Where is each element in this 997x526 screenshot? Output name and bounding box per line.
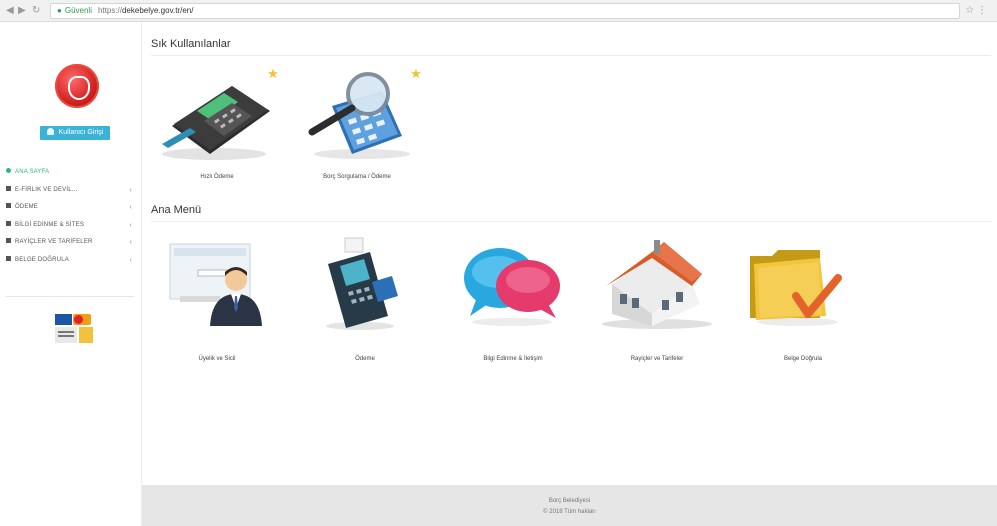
house-icon [602, 240, 712, 329]
favorite-label: Hızlı Ödeme [200, 174, 234, 180]
menu-item-verify[interactable]: Belge Doğrula [738, 234, 868, 374]
sidebar-item-registration[interactable]: E-FİRLIK VE DEVİL... ‹ [6, 182, 138, 200]
favorite-star-icon[interactable]: ★ [410, 67, 422, 80]
favorite-star-icon[interactable]: ★ [267, 67, 279, 80]
footer-line1: Borç Belediyesi [548, 498, 591, 504]
main-menu-title: Ana Menü [151, 204, 202, 216]
login-button[interactable]: Kullanıcı Girişi [40, 126, 110, 140]
document-icon [6, 255, 11, 261]
sidebar-item-payment[interactable]: ÖDEME ‹ [6, 199, 138, 217]
registration-person-icon [169, 243, 262, 326]
url-scheme: https:// [97, 6, 122, 15]
sidebar-item-label: BELGE DOĞRULA [15, 256, 69, 263]
favorites-title: Sık Kullanılanlar [151, 38, 231, 50]
main-menu-divider [151, 221, 991, 222]
chevron-left-icon: ‹ [129, 204, 132, 211]
folder-check-icon [750, 250, 842, 326]
favorite-label: Borç Sorgulama / Ödeme [323, 174, 391, 180]
back-icon[interactable]: ◀ [6, 5, 14, 17]
browser-bar: ◀ ▶ ↻ ● Güvenli https://dekebelye.gov.tr/e… [0, 0, 997, 22]
list-icon [6, 238, 11, 243]
chevron-left-icon: ‹ [129, 239, 132, 246]
municipality-logo[interactable] [55, 64, 99, 108]
menu-item-payment[interactable]: Ödeme [300, 234, 430, 374]
sidebar-item-label: ANA SAYFA [15, 169, 50, 175]
card-terminal-icon [326, 237, 398, 330]
sidebar-item-label: ÖDEME [15, 204, 39, 210]
forward-icon[interactable]: ▶ [18, 5, 26, 17]
user-icon [46, 128, 54, 135]
favorite-quick-payment[interactable]: ★ Hızlı Ödeme [152, 66, 282, 186]
sidebar-item-tariffs[interactable]: RAYİÇLER VE TARİFELER ‹ [6, 234, 138, 252]
menu-item-label: Üyelik ve Sicil [198, 356, 236, 362]
sidebar-item-label: RAYİÇLER VE TARİFELER [15, 239, 93, 245]
sidebar-item-verify[interactable]: BELGE DOĞRULA ‹ [6, 252, 138, 270]
menu-item-label: Rayiçler ve Tarifeler [630, 356, 684, 362]
bookmark-star-icon[interactable]: ☆ ⋮ [965, 5, 987, 16]
speech-bubbles-icon [464, 248, 560, 326]
secure-label: Güvenli [64, 6, 92, 15]
sidebar-item-info[interactable]: BİLGİ EDİNME & SİTES ‹ [6, 217, 138, 235]
dot-icon [6, 168, 11, 173]
sidebar-divider [6, 296, 134, 297]
sidebar: Kullanıcı Girişi ANA SAYFA E-FİRLIK VE D… [0, 22, 142, 526]
sidebar-item-home[interactable]: ANA SAYFA [6, 164, 138, 182]
chevron-left-icon: ‹ [129, 186, 132, 194]
address-bar[interactable]: ● Güvenli https://dekebelye.gov.tr/en/ [50, 3, 960, 19]
chevron-left-icon: ‹ [129, 221, 132, 229]
sidebar-item-label: BİLGİ EDİNME & SİTES [15, 221, 85, 228]
menu-item-label: Belge Doğrula [783, 356, 823, 362]
payment-icon [6, 203, 11, 208]
login-button-label: Kullanıcı Girişi [58, 129, 104, 136]
person-icon [6, 185, 11, 191]
page-footer: Borç Belediyesi © 2018 Tüm hakları [142, 485, 997, 526]
menu-item-label: Ödeme [355, 356, 375, 362]
sidebar-menu: ANA SAYFA E-FİRLIK VE DEVİL... ‹ ÖDEME ‹ B… [6, 164, 138, 269]
menu-item-tariffs[interactable]: Rayiçler ve Tarifeler [592, 234, 722, 374]
reload-icon[interactable]: ↻ [32, 5, 40, 17]
lock-icon: ● [57, 6, 62, 15]
chevron-left-icon: ‹ [129, 256, 132, 264]
menu-item-registration[interactable]: Üyelik ve Sicil [152, 234, 282, 374]
menu-item-label: Bilgi Edinme & İletişim [483, 356, 543, 362]
calculator-magnifier-icon [308, 72, 410, 159]
favorites-divider [151, 55, 991, 56]
main-content: Sık Kullanılanlar ★ Hızlı Ödeme ★ Borç S… [142, 22, 997, 526]
payment-cards-logo [55, 314, 95, 344]
url-host: dekebelye.gov.tr/en/ [121, 6, 194, 15]
sidebar-item-label: E-FİRLIK VE DEVİL... [15, 186, 78, 193]
menu-item-info[interactable]: Bilgi Edinme & İletişim [448, 234, 578, 374]
pos-terminal-icon [162, 86, 270, 160]
info-icon [6, 220, 11, 226]
favorite-debt-inquiry[interactable]: ★ Borç Sorgulama / Ödeme [292, 66, 422, 186]
footer-line2: © 2018 Tüm hakları [543, 509, 596, 515]
